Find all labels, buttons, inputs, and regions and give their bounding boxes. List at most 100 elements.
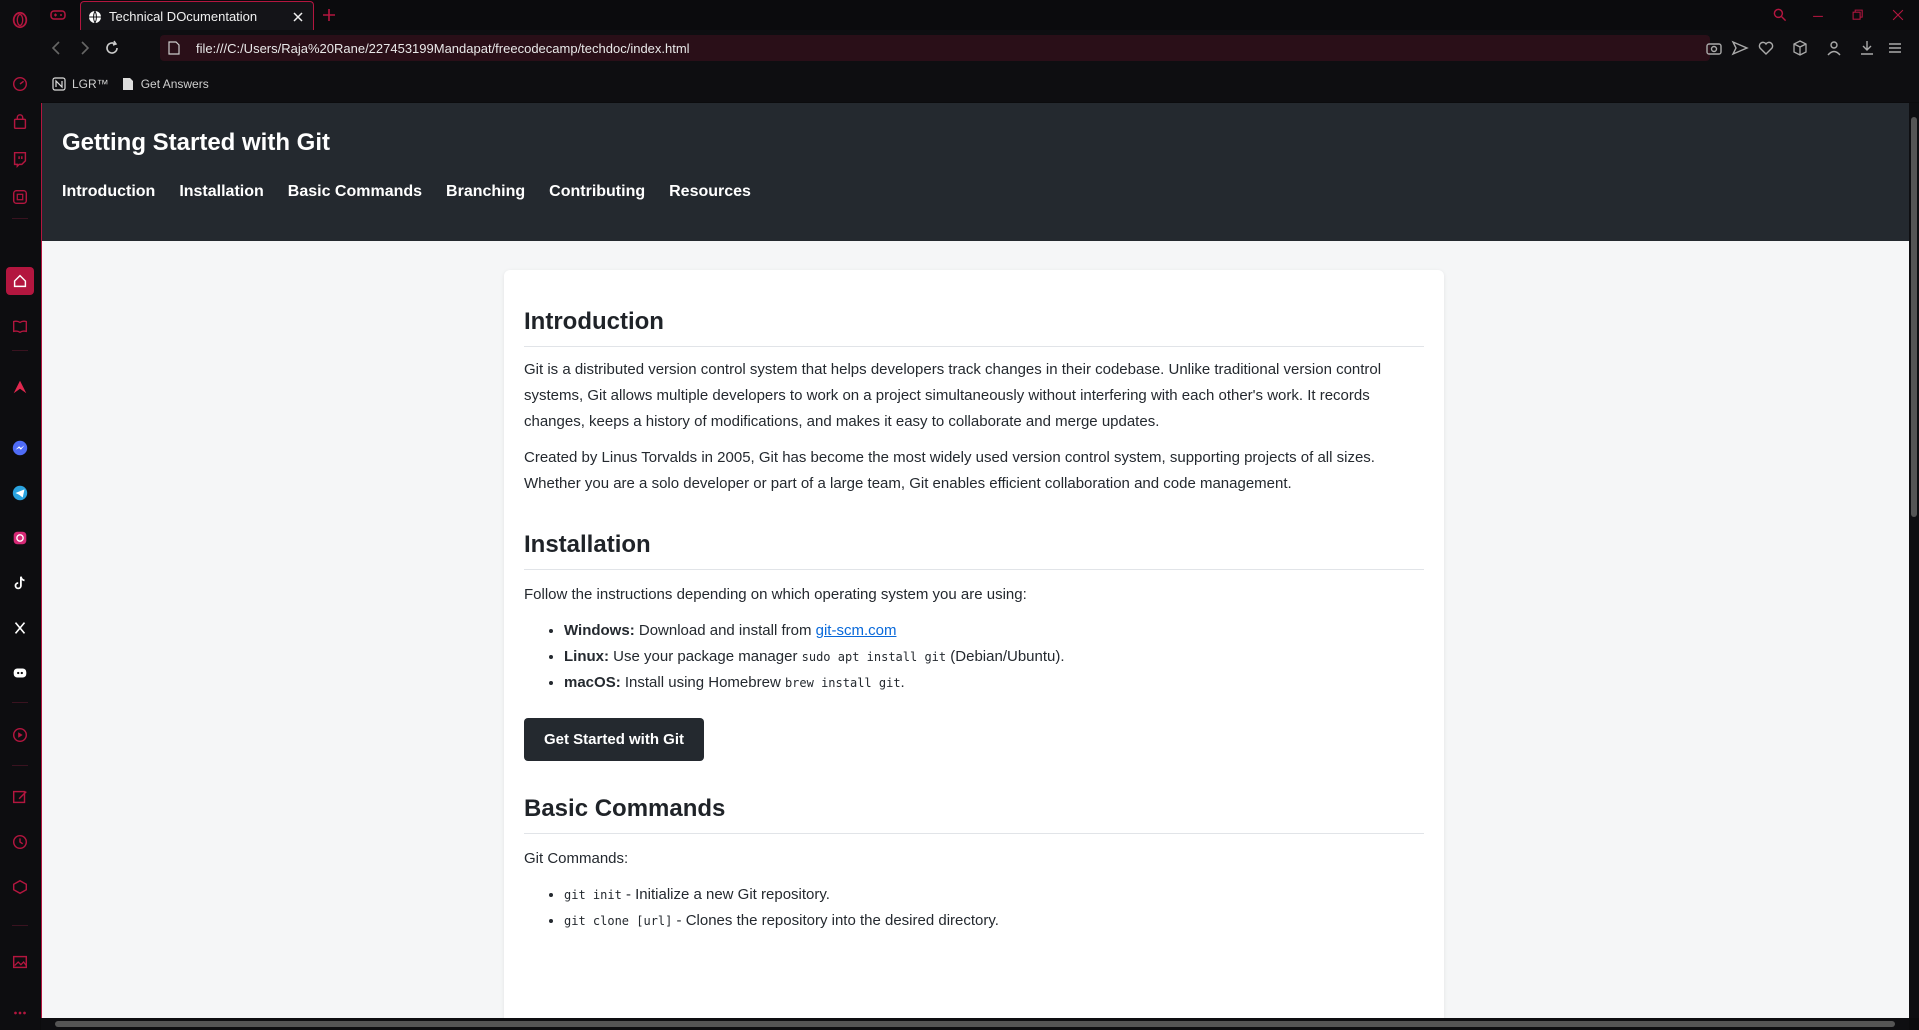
- browser-sidebar: [0, 0, 40, 1030]
- os-label: macOS:: [564, 674, 621, 691]
- snapshot-icon[interactable]: [1705, 39, 1723, 57]
- extensions-cube-icon[interactable]: [1791, 39, 1809, 57]
- notion-icon: [52, 77, 66, 91]
- home-icon[interactable]: [6, 267, 34, 295]
- x-icon[interactable]: [6, 614, 34, 642]
- page-viewport: Getting Started with Git Introduction In…: [41, 103, 1910, 1018]
- section-introduction: Introduction Git is a distributed versio…: [524, 270, 1424, 497]
- discord-icon[interactable]: [6, 659, 34, 687]
- paragraph: Git Commands:: [524, 850, 629, 867]
- send-icon[interactable]: [1731, 39, 1749, 57]
- bookmark-label: Get Answers: [140, 77, 209, 91]
- git-scm-link[interactable]: git-scm.com: [816, 622, 897, 639]
- history-icon[interactable]: [6, 828, 34, 856]
- bookmarks-icon[interactable]: [6, 312, 34, 340]
- site-header: Getting Started with Git Introduction In…: [42, 103, 1910, 241]
- heart-icon[interactable]: [1757, 39, 1775, 57]
- list-item: Linux: Use your package manager sudo apt…: [564, 644, 1424, 670]
- tab-title: Technical DOcumentation: [109, 9, 258, 24]
- list-text: .: [900, 674, 905, 691]
- messenger-icon[interactable]: [6, 434, 34, 462]
- list-text: Use your package manager: [613, 648, 798, 665]
- document-icon: [122, 78, 133, 90]
- vertical-scrollbar[interactable]: [1909, 103, 1919, 1018]
- section-basic-commands: Basic Commands Git Commands: git init - …: [524, 761, 1424, 934]
- list-text: - Initialize a new Git repository.: [625, 886, 830, 903]
- paragraph: Git is a distributed version control sys…: [524, 361, 1382, 430]
- code-snippet: git init: [564, 888, 622, 902]
- gx-corner-icon[interactable]: [6, 183, 34, 211]
- paragraph: Created by Linus Torvalds in 2005, Git h…: [524, 449, 1375, 492]
- tab-search-icon[interactable]: [1770, 5, 1790, 25]
- easy-setup-icon[interactable]: [1886, 39, 1904, 57]
- bookmarks-bar: LGR™ Get Answers: [40, 66, 1919, 102]
- address-bar: [40, 30, 1919, 66]
- section-heading: Installation: [524, 531, 1424, 570]
- horizontal-scrollbar[interactable]: [41, 1018, 1909, 1030]
- section-heading: Basic Commands: [524, 795, 1424, 834]
- shopping-bag-icon[interactable]: [6, 108, 34, 136]
- gamepad-icon[interactable]: [50, 7, 66, 23]
- instagram-icon[interactable]: [6, 524, 34, 552]
- url-input[interactable]: [194, 39, 1598, 57]
- download-icon[interactable]: [1858, 39, 1876, 57]
- globe-icon: [89, 10, 101, 24]
- pinboard-icon[interactable]: [6, 783, 34, 811]
- main-doc: Introduction Git is a distributed versio…: [504, 270, 1444, 1018]
- main-nav: Introduction Installation Basic Commands…: [62, 183, 751, 201]
- section-heading: Introduction: [524, 308, 1424, 347]
- os-label: Windows:: [564, 622, 635, 639]
- gallery-icon[interactable]: [6, 948, 34, 976]
- profile-icon[interactable]: [1825, 39, 1843, 57]
- new-tab-icon[interactable]: [320, 6, 338, 24]
- close-window-icon[interactable]: [1888, 5, 1908, 25]
- commands-list: git init - Initialize a new Git reposito…: [524, 882, 1424, 934]
- tab-bar: Technical DOcumentation: [40, 0, 1919, 31]
- code-snippet: git clone [url]: [564, 914, 673, 928]
- bookmark-label: LGR™: [72, 77, 109, 91]
- close-tab-icon[interactable]: [291, 10, 305, 24]
- get-started-button[interactable]: Get Started with Git: [524, 718, 705, 761]
- speed-dial-icon[interactable]: [6, 70, 34, 98]
- restore-icon[interactable]: [1848, 5, 1868, 25]
- os-label: Linux:: [564, 648, 609, 665]
- page-info-icon[interactable]: [168, 41, 180, 55]
- code-snippet: brew install git: [784, 676, 901, 690]
- minimize-icon[interactable]: [1808, 5, 1828, 25]
- nav-link-introduction[interactable]: Introduction: [62, 183, 155, 201]
- aria-icon[interactable]: [6, 373, 34, 401]
- opera-logo-icon[interactable]: [6, 6, 34, 34]
- telegram-icon[interactable]: [6, 479, 34, 507]
- reload-icon[interactable]: [103, 39, 121, 57]
- player-icon[interactable]: [6, 721, 34, 749]
- url-field[interactable]: [160, 35, 1710, 61]
- list-item: git clone [url] - Clones the repository …: [564, 908, 1424, 934]
- code-snippet: sudo apt install git: [801, 650, 947, 664]
- page-title: Getting Started with Git: [62, 129, 330, 156]
- nav-link-installation[interactable]: Installation: [179, 183, 263, 201]
- paragraph: Follow the instructions depending on whi…: [524, 586, 1027, 603]
- forward-icon[interactable]: [75, 39, 93, 57]
- nav-link-branching[interactable]: Branching: [446, 183, 525, 201]
- twitch-icon[interactable]: [6, 145, 34, 173]
- list-item: Windows: Download and install from git-s…: [564, 618, 1424, 644]
- bookmark-lgr[interactable]: LGR™: [52, 77, 109, 91]
- bookmark-get-answers[interactable]: Get Answers: [121, 77, 209, 91]
- back-icon[interactable]: [48, 39, 66, 57]
- nav-link-basic-commands[interactable]: Basic Commands: [288, 183, 422, 201]
- list-text: Install using Homebrew: [624, 674, 781, 691]
- section-installation: Installation Follow the instructions dep…: [524, 507, 1424, 761]
- list-item: macOS: Install using Homebrew brew insta…: [564, 670, 1424, 696]
- tiktok-icon[interactable]: [6, 569, 34, 597]
- more-icon[interactable]: [6, 999, 34, 1027]
- list-text: (Debian/Ubuntu).: [950, 648, 1065, 665]
- tab-active[interactable]: Technical DOcumentation: [80, 1, 314, 31]
- scrollbar-thumb[interactable]: [1911, 117, 1917, 517]
- scrollbar-thumb[interactable]: [55, 1021, 1895, 1027]
- install-list: Windows: Download and install from git-s…: [524, 618, 1424, 696]
- nav-link-resources[interactable]: Resources: [669, 183, 751, 201]
- list-text: - Clones the repository into the desired…: [676, 912, 999, 929]
- list-item: git init - Initialize a new Git reposito…: [564, 882, 1424, 908]
- extensions-icon[interactable]: [6, 873, 34, 901]
- nav-link-contributing[interactable]: Contributing: [549, 183, 645, 201]
